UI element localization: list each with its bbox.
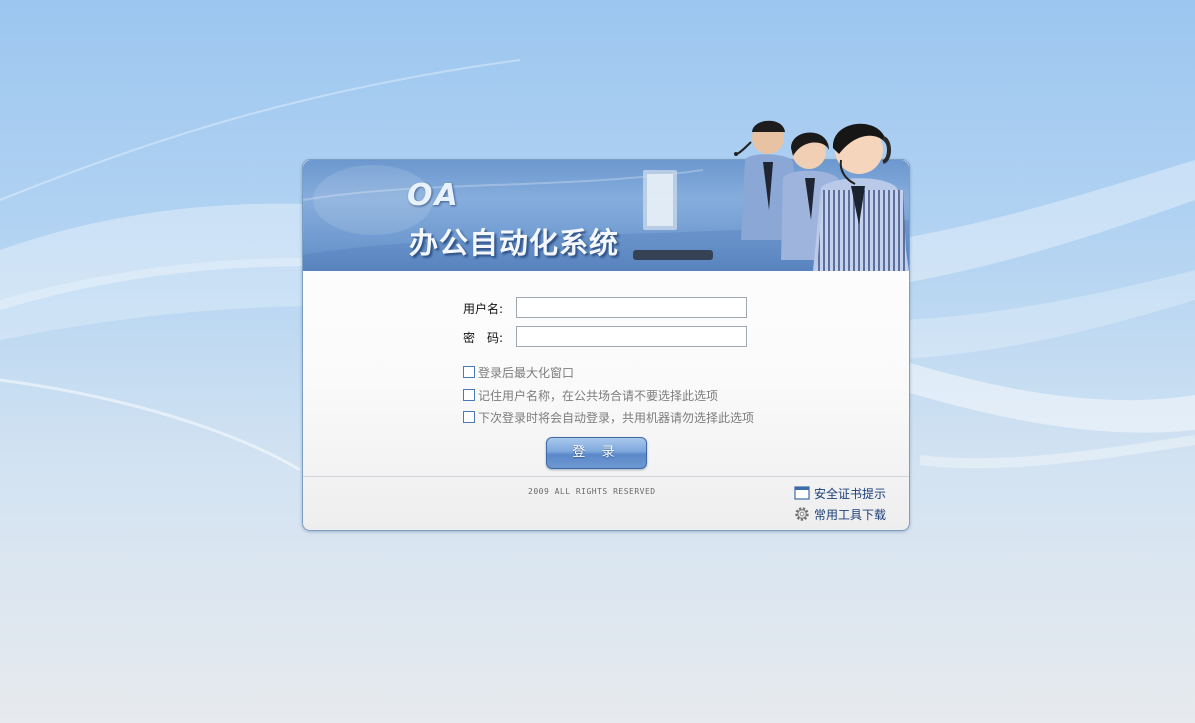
footer-divider: [303, 476, 909, 477]
gear-icon: [795, 507, 809, 521]
checkbox[interactable]: [463, 389, 475, 401]
option-label: 下次登录时将会自动登录，共用机器请勿选择此选项: [478, 411, 755, 425]
option-label: 记住用户名称，在公共场合请不要选择此选项: [478, 389, 719, 403]
password-label: 密 码:: [463, 331, 504, 345]
username-label: 用户名:: [463, 302, 504, 316]
security-certificate-label[interactable]: 安全证书提示: [814, 485, 886, 502]
login-panel: OA 办公自动化系统 用户名: 密 码: 登录后最大化窗口 记住用户名称，在公共…: [302, 120, 910, 531]
option-label: 登录后最大化窗口: [478, 366, 575, 380]
operators-illustration: [734, 120, 909, 271]
window-icon: [794, 486, 810, 500]
password-input[interactable]: [516, 326, 747, 347]
username-input[interactable]: [516, 297, 747, 318]
banner-title: 办公自动化系统: [409, 226, 620, 260]
copyright-text: 2009 ALL RIGHTS RESERVED: [528, 487, 656, 496]
banner-oa-text: OA: [407, 178, 460, 213]
checkbox[interactable]: [463, 411, 475, 423]
login-button[interactable]: 登 录: [546, 437, 647, 469]
checkbox[interactable]: [463, 366, 475, 378]
tools-download-label[interactable]: 常用工具下载: [814, 506, 886, 523]
